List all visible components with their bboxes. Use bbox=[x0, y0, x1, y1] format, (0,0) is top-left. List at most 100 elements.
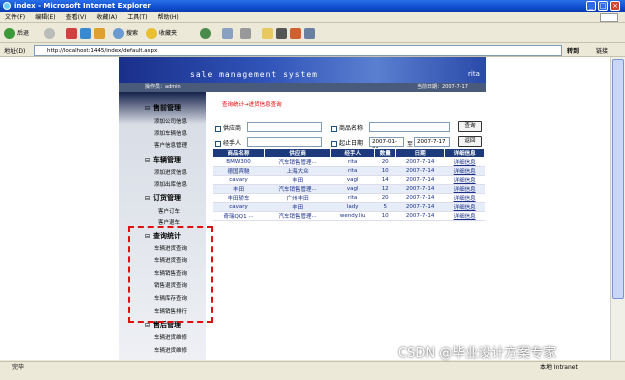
stop-icon bbox=[66, 28, 77, 39]
cell-qty: 20 bbox=[374, 157, 396, 167]
sidebar-section-order[interactable]: 订货管理 bbox=[145, 193, 181, 203]
messenger-icon bbox=[290, 28, 301, 39]
close-icon[interactable]: × bbox=[610, 1, 620, 11]
minimize-icon[interactable]: _ bbox=[586, 1, 596, 11]
supplier-checkbox[interactable] bbox=[215, 125, 221, 132]
cell-product: cavary bbox=[212, 175, 265, 185]
date-filter[interactable]: 起止日期 bbox=[331, 138, 363, 147]
sidebar-item[interactable]: 添加公司信息 bbox=[154, 117, 187, 125]
sidebar-item[interactable]: 客户信息管理 bbox=[154, 141, 187, 149]
sidebar-item[interactable]: 添加车辆信息 bbox=[154, 129, 187, 137]
menu-favorites[interactable]: 收藏(A) bbox=[91, 12, 122, 23]
forward-button[interactable] bbox=[44, 27, 57, 40]
detail-link[interactable]: 详细信息 bbox=[444, 211, 485, 221]
media-button[interactable] bbox=[200, 27, 213, 40]
messenger-button[interactable] bbox=[290, 27, 303, 40]
menu-view[interactable]: 查看(V) bbox=[61, 12, 92, 23]
menu-tools[interactable]: 工具(T) bbox=[122, 12, 152, 23]
address-bar: 地址(D) http://localhost:1445/index/defaul… bbox=[0, 44, 625, 57]
cell-date: 2007-7-14 bbox=[395, 202, 445, 212]
status-bar: 完毕 本地 Intranet bbox=[0, 361, 625, 380]
table-row: cavary 丰田 vagl 14 2007-7-14 详细信息 bbox=[212, 175, 485, 185]
supplier-input[interactable] bbox=[247, 122, 322, 132]
home-button[interactable] bbox=[94, 27, 107, 40]
edit-button[interactable] bbox=[276, 27, 289, 40]
cell-date: 2007-7-14 bbox=[395, 166, 445, 176]
sidebar-item[interactable]: 添加进货信息 bbox=[154, 168, 187, 176]
print-icon bbox=[240, 28, 251, 39]
date-checkbox[interactable] bbox=[331, 140, 337, 147]
go-button[interactable]: 转到 bbox=[567, 46, 579, 55]
sidebar-item[interactable]: 车辆进货维修 bbox=[154, 333, 187, 341]
cell-product: 丰田 bbox=[212, 184, 265, 194]
date-from-input[interactable]: 2007-01-01 bbox=[369, 137, 404, 153]
info-bar: 操作员：admin 当前日期：2007-7-17 bbox=[119, 83, 486, 92]
sidebar-section-presale[interactable]: 售前管理 bbox=[145, 103, 181, 113]
product-filter[interactable]: 商品名称 bbox=[331, 123, 363, 132]
col-header: 日期 bbox=[395, 148, 446, 158]
cell-date: 2007-7-14 bbox=[395, 184, 445, 194]
stop-button[interactable] bbox=[66, 27, 79, 40]
favorites-button[interactable]: 收藏夹 bbox=[146, 27, 177, 40]
cell-date: 2007-7-14 bbox=[395, 175, 445, 185]
detail-link[interactable]: 详细信息 bbox=[444, 175, 485, 185]
cell-product: 德国宾馳 bbox=[212, 166, 265, 176]
menu-edit[interactable]: 编辑(E) bbox=[30, 12, 60, 23]
refresh-button[interactable] bbox=[80, 27, 93, 40]
product-checkbox[interactable] bbox=[331, 125, 337, 132]
links-label[interactable]: 链接 bbox=[596, 46, 608, 55]
detail-link[interactable]: 详细信息 bbox=[444, 193, 485, 203]
cell-product: BMW300 bbox=[212, 157, 265, 167]
back-button[interactable]: 后退 bbox=[4, 27, 29, 40]
detail-link[interactable]: 详细信息 bbox=[444, 202, 485, 212]
date-to-input[interactable]: 2007-7-17 bbox=[414, 137, 450, 147]
cell-product: cavary bbox=[212, 202, 265, 212]
col-header: 数量 bbox=[374, 148, 397, 158]
scroll-thumb[interactable] bbox=[612, 59, 624, 299]
cell-qty: 5 bbox=[374, 202, 396, 212]
windows-logo-icon bbox=[600, 13, 618, 22]
handler-input[interactable] bbox=[247, 137, 322, 147]
print-button[interactable] bbox=[240, 27, 253, 40]
research-button[interactable] bbox=[304, 27, 317, 40]
mail-button[interactable] bbox=[222, 27, 235, 40]
maximize-icon[interactable]: □ bbox=[598, 1, 608, 11]
ie-logo-icon bbox=[3, 2, 11, 10]
search-button[interactable]: 搜索 bbox=[113, 27, 138, 40]
menu-help[interactable]: 帮助(H) bbox=[153, 12, 184, 23]
cell-qty: 10 bbox=[374, 211, 396, 221]
supplier-filter[interactable]: 供应商 bbox=[215, 123, 241, 132]
product-input[interactable] bbox=[369, 122, 450, 132]
sidebar-item[interactable]: 客户订车 bbox=[158, 207, 180, 215]
search-label: 搜索 bbox=[126, 30, 139, 37]
cell-handler: rita bbox=[330, 166, 375, 176]
supplier-label: 供应商 bbox=[223, 125, 242, 132]
back-label: 后退 bbox=[17, 30, 30, 37]
window-titlebar: index - Microsoft Internet Explorer bbox=[0, 0, 625, 12]
refresh-icon bbox=[80, 28, 91, 39]
date-to-label: 至 bbox=[407, 141, 414, 148]
banner-tag: rita bbox=[468, 70, 480, 78]
sidebar-item[interactable]: 客户退车 bbox=[158, 218, 180, 226]
handler-filter[interactable]: 经手人 bbox=[215, 138, 241, 147]
address-input[interactable]: http://localhost:1445/index/default.aspx bbox=[34, 45, 562, 56]
sidebar-item[interactable]: 车辆进货维修 bbox=[154, 346, 187, 354]
sidebar-section-vehicle[interactable]: 车辆管理 bbox=[145, 155, 181, 165]
table-row: cavary 丰田 lady 5 2007-7-14 详细信息 bbox=[212, 202, 485, 212]
detail-link[interactable]: 详细信息 bbox=[444, 184, 485, 194]
menu-file[interactable]: 文件(F) bbox=[0, 12, 30, 23]
back-button[interactable]: 返回 bbox=[458, 136, 482, 147]
cell-qty: 14 bbox=[374, 175, 396, 185]
results-table: 商品名称 供应商 经手人 数量 日期 详细信息 BMW300 汽车销售管理···… bbox=[211, 148, 485, 221]
folder-button[interactable] bbox=[262, 27, 275, 40]
cell-qty: 10 bbox=[374, 166, 396, 176]
zone-label: 本地 Intranet bbox=[540, 364, 578, 371]
handler-checkbox[interactable] bbox=[215, 140, 221, 147]
query-button[interactable]: 查询 bbox=[458, 121, 482, 132]
vertical-scrollbar[interactable] bbox=[610, 57, 625, 360]
detail-link[interactable]: 详细信息 bbox=[444, 166, 485, 176]
product-label: 商品名称 bbox=[339, 125, 364, 132]
sidebar-item[interactable]: 添加出库信息 bbox=[154, 180, 187, 188]
detail-link[interactable]: 详细信息 bbox=[444, 157, 485, 167]
current-date: 当前日期：2007-7-17 bbox=[417, 84, 468, 90]
